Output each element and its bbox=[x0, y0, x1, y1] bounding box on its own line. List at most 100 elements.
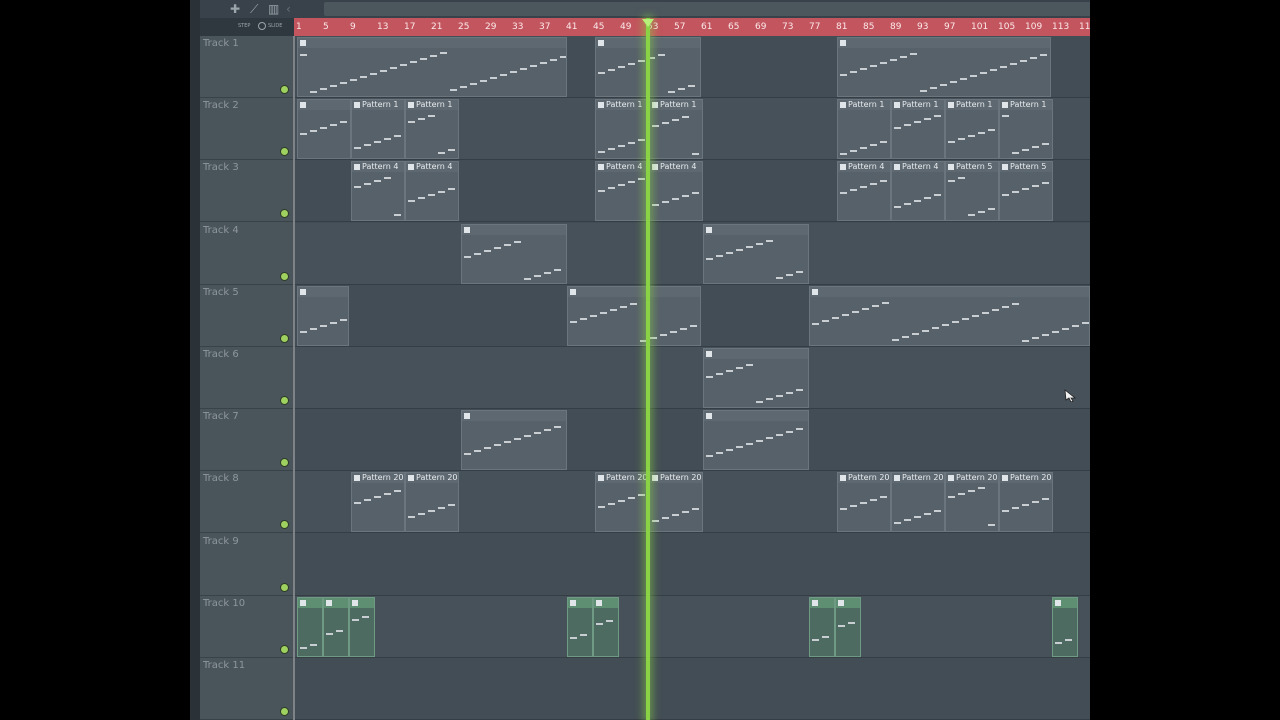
track-header-2[interactable]: Track 2 bbox=[200, 98, 293, 161]
pattern-clip[interactable]: Pattern 20 bbox=[405, 472, 459, 533]
pattern-clip[interactable]: Pattern 1 bbox=[891, 99, 945, 160]
pattern-clip[interactable]: Pattern 20 bbox=[999, 472, 1053, 533]
track-lane-9[interactable] bbox=[295, 534, 1090, 596]
pattern-clip[interactable]: Pattern 20 bbox=[837, 472, 891, 533]
track-header-8[interactable]: Track 8 bbox=[200, 471, 293, 534]
note-mark bbox=[394, 135, 401, 138]
track-header-5[interactable]: Track 5 bbox=[200, 285, 293, 347]
track-lane-6[interactable] bbox=[295, 347, 1090, 409]
note-mark bbox=[514, 240, 521, 243]
automation-clip[interactable] bbox=[593, 596, 619, 657]
draw-icon[interactable]: ⟋ bbox=[250, 1, 258, 17]
pattern-icon bbox=[598, 164, 604, 171]
clip-header bbox=[568, 286, 700, 297]
mute-led[interactable] bbox=[281, 86, 288, 93]
mute-led[interactable] bbox=[281, 708, 288, 715]
pattern-clip[interactable]: Pattern 4 bbox=[649, 161, 703, 222]
pattern-clip[interactable]: Pattern 1 bbox=[999, 99, 1053, 160]
playhead[interactable] bbox=[646, 18, 650, 720]
track-header-10[interactable]: Track 10 bbox=[200, 596, 293, 658]
note-mark bbox=[474, 450, 481, 453]
automation-clip[interactable] bbox=[323, 596, 349, 657]
track-header-3[interactable]: Track 3 bbox=[200, 160, 293, 223]
pattern-clip[interactable] bbox=[297, 285, 349, 346]
pattern-clip[interactable]: Pattern 1 bbox=[405, 99, 459, 160]
playlist-lanes[interactable]: Pattern 1 Pattern 1 Pattern 1 Pattern 1 Patt… bbox=[295, 36, 1090, 720]
track-header-11[interactable]: Track 11 bbox=[200, 658, 293, 720]
pattern-clip[interactable] bbox=[837, 37, 1051, 97]
automation-clip[interactable] bbox=[835, 596, 861, 657]
pattern-clip[interactable] bbox=[703, 223, 809, 284]
track-header-1[interactable]: Track 1 bbox=[200, 36, 293, 98]
pattern-clip[interactable]: Pattern 4 bbox=[891, 161, 945, 222]
pattern-clip[interactable]: Pattern 20 bbox=[649, 472, 703, 533]
pattern-clip[interactable]: Pattern 20 bbox=[945, 472, 999, 533]
note-mark bbox=[464, 255, 471, 258]
pattern-clip[interactable] bbox=[809, 285, 1090, 346]
note-mark bbox=[934, 194, 941, 197]
mute-led[interactable] bbox=[281, 583, 288, 591]
track-lane-11[interactable] bbox=[295, 658, 1090, 720]
timeline-ruler[interactable]: 1 5 9 13 17 21 25 29 33 37 41 45 49 53 57 61 65 69 73 77 81 8… bbox=[294, 18, 1090, 36]
pattern-clip[interactable]: Pattern 4 bbox=[837, 161, 891, 222]
note-mark bbox=[990, 69, 997, 71]
horizontal-scrollbar[interactable] bbox=[324, 2, 1090, 16]
clip-header bbox=[704, 349, 808, 359]
pattern-clip[interactable]: Pattern 20 bbox=[595, 472, 649, 533]
mute-led[interactable] bbox=[281, 334, 288, 342]
note-mark bbox=[850, 189, 857, 192]
automation-clip[interactable] bbox=[1052, 596, 1078, 657]
automation-clip[interactable] bbox=[297, 596, 323, 657]
mute-led[interactable] bbox=[281, 210, 288, 218]
pattern-clip[interactable]: Pattern 5 bbox=[945, 161, 999, 222]
pattern-clip[interactable]: Pattern 1 bbox=[837, 99, 891, 160]
track-lane-8[interactable]: Pattern 20 Pattern 20 Pattern 20 Pattern 20… bbox=[295, 471, 1090, 534]
pattern-clip[interactable]: Pattern 4 bbox=[351, 161, 405, 222]
pattern-clip[interactable] bbox=[461, 223, 567, 284]
track-lane-3[interactable]: Pattern 4 Pattern 4 Pattern 4 Pattern 4 Patt… bbox=[295, 160, 1090, 223]
track-header-7[interactable]: Track 7 bbox=[200, 409, 293, 472]
track-lane-1[interactable] bbox=[295, 36, 1090, 98]
mute-led[interactable] bbox=[281, 272, 288, 280]
pattern-clip[interactable] bbox=[567, 285, 701, 346]
mute-led[interactable] bbox=[281, 148, 288, 156]
magnet-icon[interactable]: ✚ bbox=[230, 1, 240, 17]
pattern-clip[interactable] bbox=[703, 348, 809, 408]
pattern-clip[interactable]: Pattern 1 bbox=[595, 99, 649, 160]
track-lane-2[interactable]: Pattern 1 Pattern 1 Pattern 1 Pattern 1 Patt… bbox=[295, 98, 1090, 161]
pattern-clip[interactable]: Pattern 4 bbox=[595, 161, 649, 222]
pattern-clip[interactable]: Pattern 1 bbox=[649, 99, 703, 160]
pattern-clip[interactable]: Pattern 5 bbox=[999, 161, 1053, 222]
step-toggle[interactable] bbox=[258, 22, 266, 30]
automation-clip[interactable] bbox=[809, 596, 835, 657]
pattern-clip[interactable]: Pattern 1 bbox=[351, 99, 405, 160]
automation-clip[interactable] bbox=[349, 596, 375, 657]
pattern-clip[interactable] bbox=[703, 410, 809, 471]
playhead-marker[interactable] bbox=[642, 19, 654, 27]
clip-label: Pattern 20 bbox=[956, 473, 998, 483]
mute-led[interactable] bbox=[281, 397, 288, 404]
slice-icon[interactable]: ▥ bbox=[268, 1, 279, 17]
track-lane-10[interactable] bbox=[295, 595, 1090, 658]
note-mark bbox=[370, 73, 377, 75]
track-header-4[interactable]: Track 4 bbox=[200, 223, 293, 285]
mute-led[interactable] bbox=[281, 459, 288, 467]
pattern-clip[interactable] bbox=[297, 37, 567, 97]
arrow-left-icon[interactable]: ‹ bbox=[286, 1, 291, 17]
pattern-clip[interactable]: Pattern 4 bbox=[405, 161, 459, 222]
automation-clip[interactable] bbox=[567, 596, 593, 657]
track-header-6[interactable]: Track 6 bbox=[200, 347, 293, 409]
step-slide-controls: STEP SLIDE bbox=[200, 18, 294, 36]
mute-led[interactable] bbox=[281, 645, 288, 653]
mute-led[interactable] bbox=[281, 521, 288, 529]
pattern-clip[interactable]: Pattern 20 bbox=[351, 472, 405, 533]
pattern-clip[interactable]: Pattern 1 bbox=[945, 99, 999, 160]
pattern-clip[interactable] bbox=[461, 410, 567, 471]
pattern-clip[interactable]: Pattern 20 bbox=[891, 472, 945, 533]
track-lane-4[interactable] bbox=[295, 222, 1090, 285]
note-mark bbox=[490, 77, 497, 79]
track-lane-7[interactable] bbox=[295, 409, 1090, 472]
track-lane-5[interactable] bbox=[295, 285, 1090, 347]
pattern-clip[interactable] bbox=[297, 99, 351, 160]
track-header-9[interactable]: Track 9 bbox=[200, 534, 293, 596]
